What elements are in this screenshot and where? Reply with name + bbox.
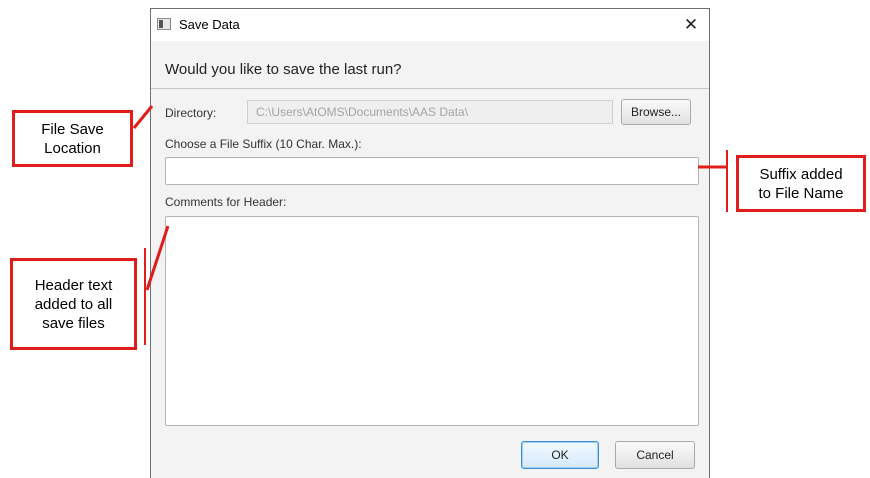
header-text-callout-text: Header text added to all save files (34, 276, 113, 332)
suffix-callout-text: Suffix added to File Name (758, 165, 844, 202)
header-text-pointer (145, 225, 170, 291)
save-location-pointer (132, 105, 154, 129)
annotation-lines (132, 105, 728, 345)
header-text-callout: Header text added to all save files (10, 258, 137, 350)
file-save-location-text: File Save Location (41, 120, 104, 157)
suffix-callout: Suffix added to File Name (736, 155, 866, 212)
file-save-location-callout: File Save Location (12, 110, 133, 167)
